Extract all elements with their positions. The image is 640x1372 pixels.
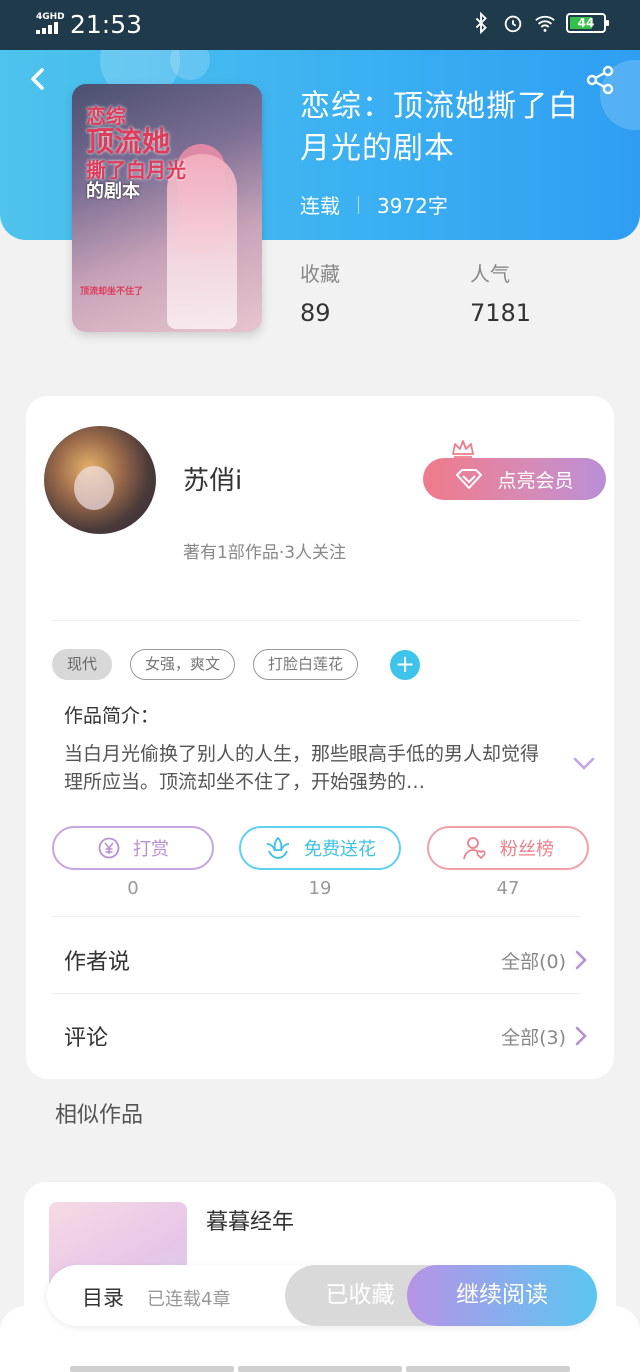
popularity-stat: 人气 7181 — [470, 262, 532, 327]
author-avatar[interactable] — [44, 426, 156, 534]
battery-level: 44 — [577, 16, 595, 30]
coin-icon — [98, 837, 120, 859]
send-flower-button[interactable]: 免费送花 — [239, 826, 401, 870]
favorites-stat: 收藏 89 — [300, 262, 340, 327]
chapter-progress: 已连载4章 — [147, 1289, 231, 1310]
status-bar: 4GHD 21:53 44 — [0, 0, 640, 50]
flower-icon — [266, 837, 290, 859]
user-icon — [463, 837, 486, 860]
battery-icon: 44 — [566, 13, 609, 33]
comments-row[interactable]: 评论 全部(3) — [64, 1011, 588, 1061]
comments-label: 评论 — [64, 1026, 109, 1051]
intro-title: 作品简介： — [64, 705, 160, 727]
signal-icon — [36, 22, 62, 34]
similar-works-title: 相似作品 — [55, 1103, 144, 1128]
fans-ranking-label: 粉丝榜 — [500, 839, 554, 860]
bluetooth-icon — [475, 12, 487, 34]
cover-title: 恋综 顶流她 撕了白月光 的剧本 — [86, 104, 186, 203]
divider — [52, 620, 580, 621]
flower-count: 19 — [308, 878, 332, 899]
intro-text: 当白月光偷换了别人的人生，那些眼高手低的男人却觉得理所应当。顶流却坐不住了，开始… — [64, 743, 540, 793]
author-say-label: 作者说 — [64, 950, 131, 975]
continue-reading-button[interactable]: 继续阅读 — [407, 1265, 597, 1326]
comments-link: 全部(3) — [501, 1026, 566, 1049]
book-title: 恋综：顶流她撕了白月光的剧本 — [300, 89, 579, 166]
divider — [52, 916, 580, 917]
vip-button[interactable]: 点亮会员 — [423, 458, 606, 500]
author-info: 著有1部作品·3人关注 — [183, 543, 347, 563]
similar-book-title[interactable]: 暮暮经年 — [206, 1204, 294, 1236]
bottom-action-bar: 目录 已连载4章 已收藏 继续阅读 — [47, 1265, 597, 1326]
tip-label: 打赏 — [133, 839, 169, 860]
clock: 21:53 — [70, 10, 143, 39]
book-cover[interactable]: 恋综 顶流她 撕了白月光 的剧本 顶流却坐不住了 — [72, 84, 262, 332]
chevron-right-icon — [575, 1026, 587, 1046]
diamond-icon — [456, 469, 483, 489]
fans-ranking-button[interactable]: 粉丝榜 — [427, 826, 589, 870]
wifi-icon — [535, 15, 555, 32]
bottom-tabs — [70, 1366, 570, 1372]
word-count: 3972字 — [377, 194, 448, 218]
alarm-icon — [504, 15, 522, 33]
chevron-down-icon[interactable] — [572, 756, 596, 772]
chevron-right-icon — [575, 950, 587, 970]
fans-count: 47 — [496, 878, 520, 899]
author-say-row[interactable]: 作者说 全部(0) — [64, 935, 588, 985]
add-tag-button[interactable]: + — [390, 649, 421, 680]
book-detail-card: 苏俏i 著有1部作品·3人关注 点亮会员 现代 女强，爽文 打脸白莲花 + 作品… — [26, 396, 614, 1079]
tag-item[interactable]: 现代 — [52, 649, 113, 680]
book-meta: 连载 3972字 — [300, 190, 448, 219]
author-name[interactable]: 苏俏i — [183, 460, 242, 497]
tip-button[interactable]: 打赏 — [52, 826, 214, 870]
back-icon[interactable] — [22, 62, 56, 96]
cover-tagline: 顶流却坐不住了 — [80, 287, 144, 297]
toc-button[interactable]: 目录 — [82, 1282, 124, 1312]
book-status: 连载 — [300, 194, 340, 218]
tip-count: 0 — [127, 878, 139, 899]
tag-list: 现代 女强，爽文 打脸白莲花 + — [52, 649, 421, 680]
author-say-link: 全部(0) — [501, 950, 566, 973]
crown-icon — [452, 440, 474, 458]
send-flower-label: 免费送花 — [304, 839, 376, 860]
tag-item[interactable]: 女强，爽文 — [130, 649, 236, 680]
network-type: 4GHD — [36, 12, 65, 22]
divider — [52, 993, 580, 994]
tag-item[interactable]: 打脸白莲花 — [253, 649, 359, 680]
vip-label: 点亮会员 — [497, 469, 574, 492]
